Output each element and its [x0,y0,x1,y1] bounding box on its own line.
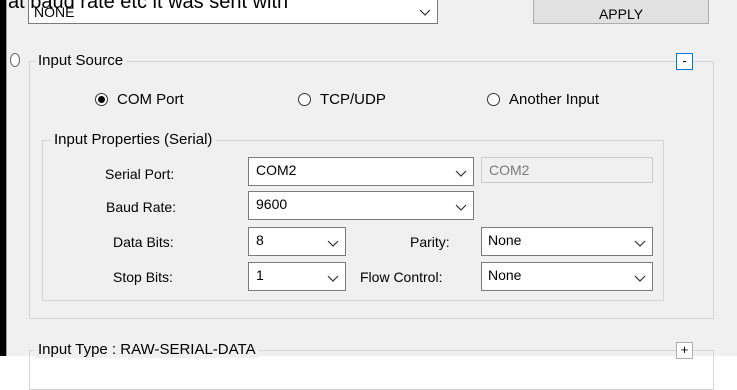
collapse-icon: - [682,53,687,68]
radio-another-input[interactable]: Another Input [486,91,646,109]
collapse-button[interactable]: - [676,53,693,70]
stop-bits-select[interactable]: 1 [248,262,346,291]
radio-tcp-udp[interactable]: TCP/UDP [297,91,417,109]
chevron-down-icon [419,9,431,16]
apply-button-label: APPLY [598,6,644,22]
flow-control-select[interactable]: None [481,262,653,291]
expand-icon: + [680,342,689,357]
baud-rate-select[interactable]: 9600 [248,191,474,220]
expand-button[interactable]: + [676,342,693,359]
input-type-title: Input Type : RAW-SERIAL-DATA [35,341,259,358]
chevron-down-icon [455,204,467,211]
radio-tcp-udp-circle [298,93,311,106]
serial-props-title: Input Properties (Serial) [51,131,216,148]
data-bits-value: 8 [256,232,264,248]
baud-rate-value: 9600 [256,196,288,212]
parity-value: None [488,232,522,248]
radio-another-input-label: Another Input [509,91,600,108]
data-bits-select[interactable]: 8 [248,227,346,256]
radio-tcp-udp-label: TCP/UDP [320,91,386,108]
serial-port-select[interactable]: COM2 [248,157,474,186]
stop-bits-value: 1 [256,267,264,283]
serial-port-value: COM2 [256,162,297,178]
chevron-down-icon [327,240,339,247]
radio-another-input-circle [487,93,500,106]
flow-control-label: Flow Control: [360,269,443,285]
caption-text: at baud rate etc it was sent with [8,0,289,13]
flow-control-value: None [488,267,522,283]
radio-com-port-circle [95,93,108,106]
circle-icon [10,53,20,67]
chevron-down-icon [327,275,339,282]
radio-com-port[interactable]: COM Port [94,91,234,109]
chevron-down-icon [455,170,467,177]
serial-port-readonly-value: COM2 [489,162,530,178]
input-source-title: Input Source [35,52,127,69]
parity-select[interactable]: None [481,227,653,256]
chevron-down-icon [634,275,646,282]
serial-port-label: Serial Port: [105,166,175,182]
baud-rate-label: Baud Rate: [106,199,177,215]
parity-label: Parity: [410,234,450,250]
data-bits-label: Data Bits: [113,234,174,250]
chevron-down-icon [634,240,646,247]
settings-panel: NONE APPLY Input Source - COM Port TCP/U… [6,0,737,390]
serial-port-readonly-field: COM2 [481,157,653,183]
stop-bits-label: Stop Bits: [113,269,173,285]
apply-button[interactable]: APPLY [533,0,709,24]
radio-com-port-label: COM Port [117,91,184,108]
